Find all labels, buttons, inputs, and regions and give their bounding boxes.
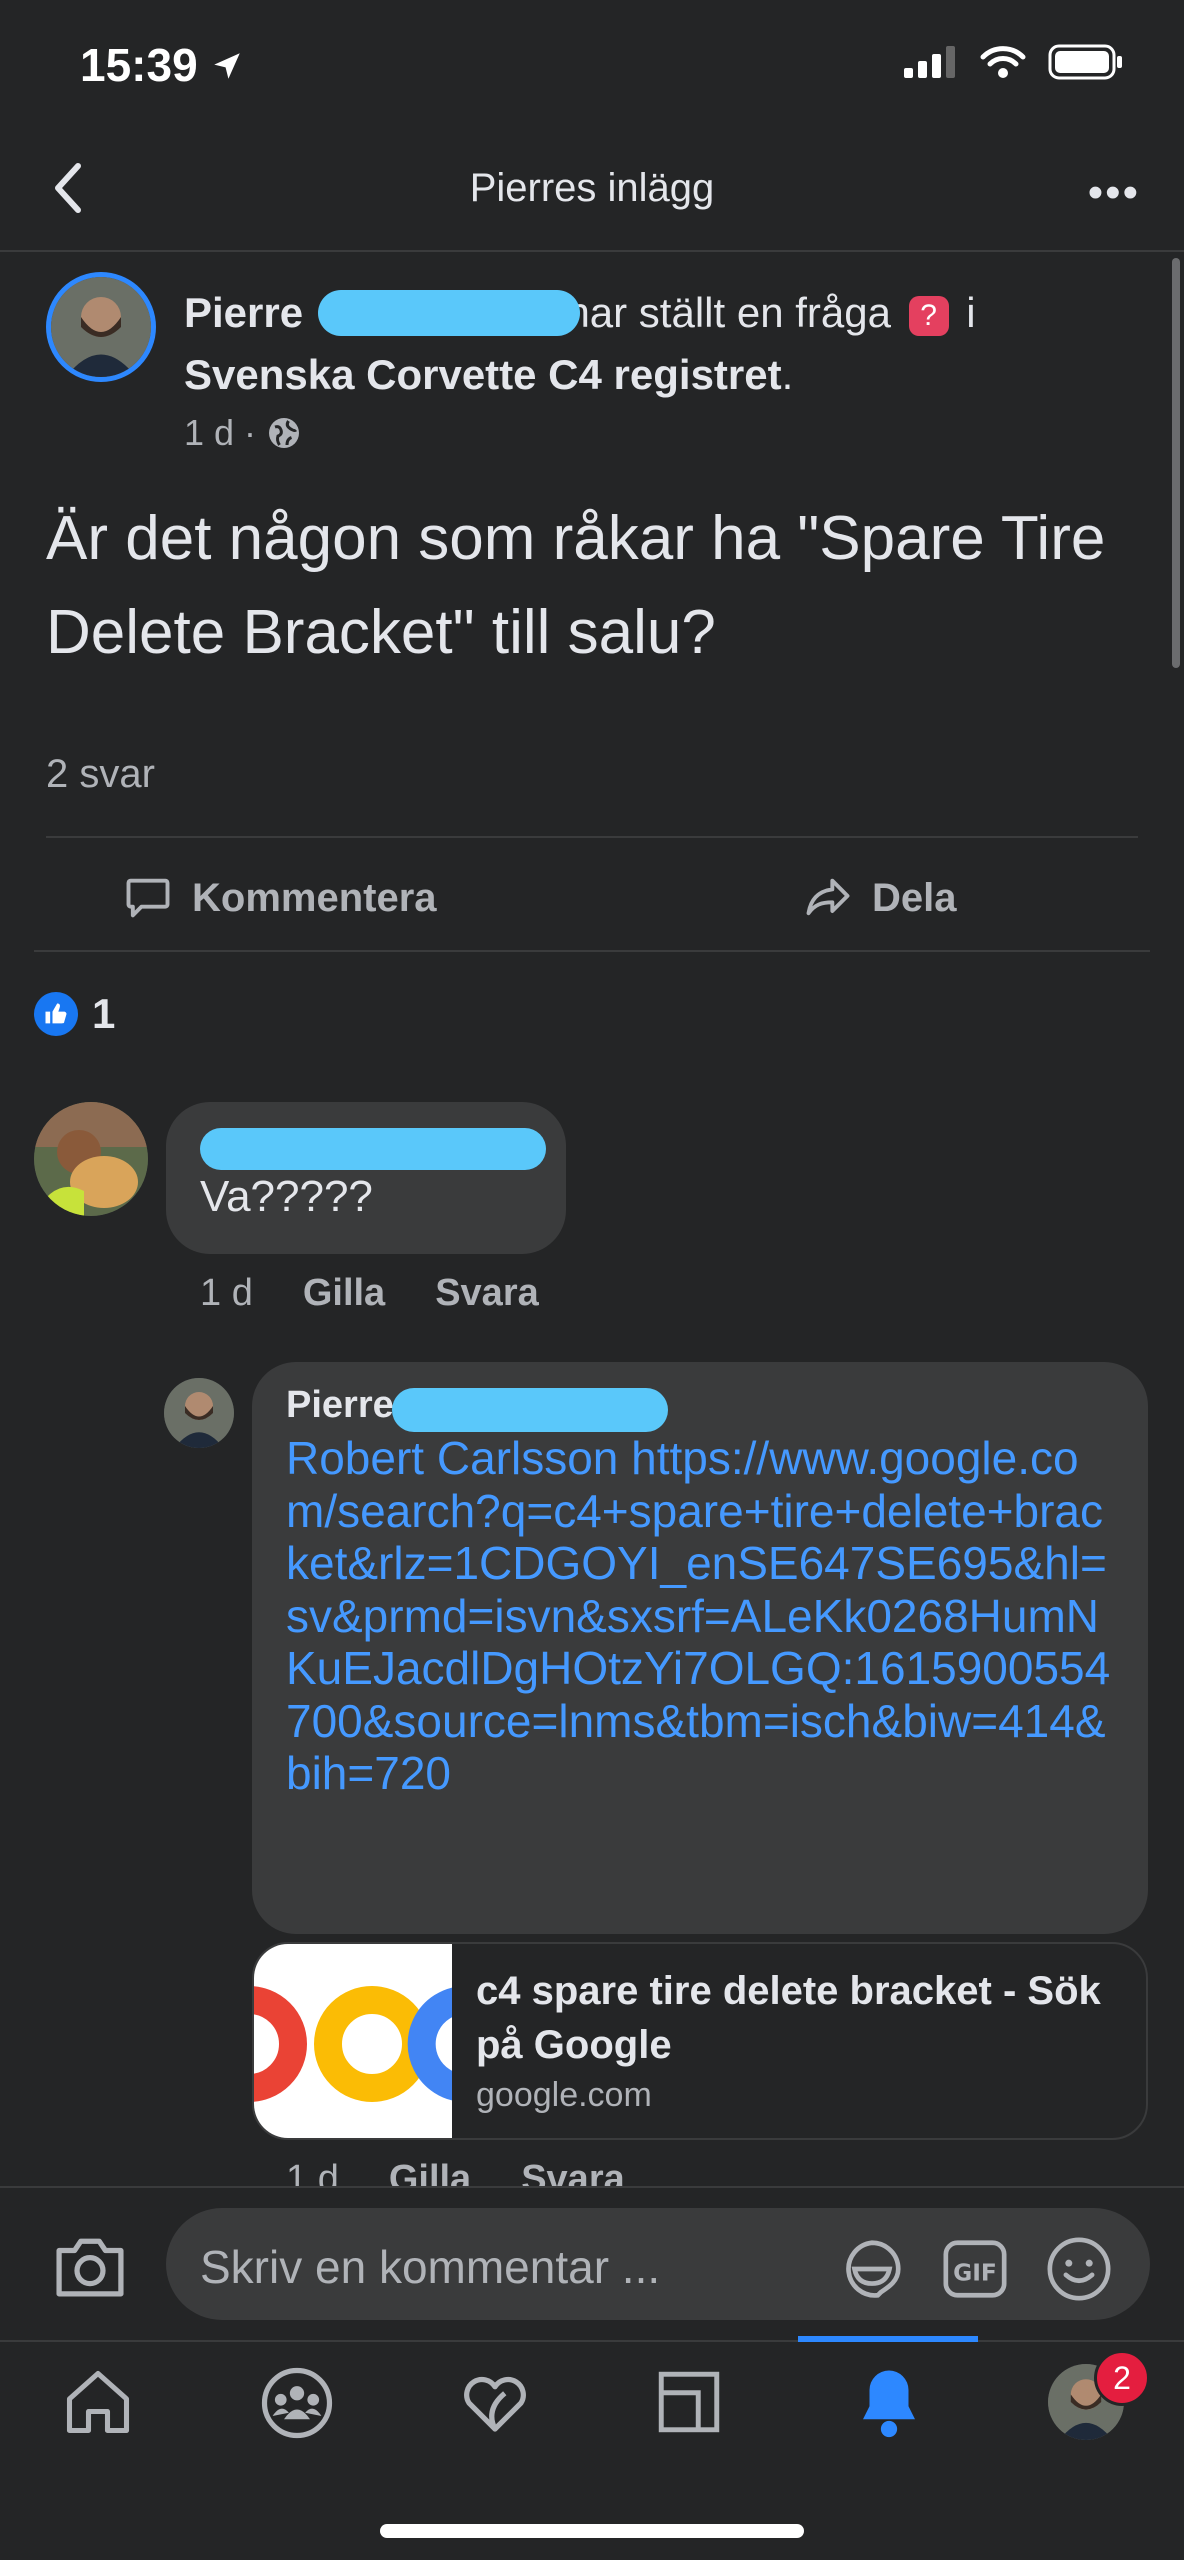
home-tab-icon[interactable] <box>60 2364 136 2440</box>
like-icon <box>34 992 78 1036</box>
group-name[interactable]: Svenska Corvette C4 registret <box>184 351 782 398</box>
question-icon: ? <box>908 295 949 336</box>
author-name[interactable]: Pierre <box>184 289 303 336</box>
post-time: 1 d <box>184 412 235 453</box>
battery-icon <box>1048 44 1122 80</box>
link-preview-title: c4 spare tire delete bracket - Sök på Go… <box>476 1969 1101 2067</box>
reply-author-name[interactable]: Pierre <box>286 1384 394 1427</box>
comment-button[interactable]: Kommentera <box>122 872 437 924</box>
globe-icon <box>269 418 300 448</box>
notification-count-badge: 2 <box>1094 2350 1150 2406</box>
person-avatar-icon <box>164 1378 234 1448</box>
emoji-icon[interactable] <box>1044 2234 1114 2304</box>
share-button[interactable]: Dela <box>802 872 957 924</box>
period: . <box>781 351 794 398</box>
wifi-icon <box>980 46 1026 78</box>
separator-dot: · <box>244 412 257 453</box>
person-avatar-icon <box>51 277 151 377</box>
divider <box>46 836 1138 838</box>
notifications-tab-icon[interactable] <box>850 2364 928 2442</box>
redaction-name-3 <box>392 1388 668 1432</box>
comment-icon <box>126 878 170 918</box>
scrollbar[interactable] <box>1172 258 1180 668</box>
reply-author-avatar[interactable] <box>164 1378 234 1448</box>
comment-label: Kommentera <box>192 875 437 920</box>
google-logo-thumbnail <box>254 1944 452 2138</box>
camera-icon[interactable] <box>52 2232 128 2300</box>
asked-text: har ställt en fråga <box>566 289 891 336</box>
comment-input-placeholder: Skriv en kommentar ... <box>200 2241 661 2293</box>
divider <box>34 950 1150 952</box>
like-count: 1 <box>92 990 116 1037</box>
dating-tab-icon[interactable] <box>456 2364 534 2442</box>
post-meta: 1 d · <box>184 412 302 454</box>
groups-tab-icon[interactable] <box>258 2364 336 2442</box>
active-tab-indicator <box>798 2336 978 2342</box>
answers-count[interactable]: 2 svar <box>46 752 155 797</box>
commenter-avatar[interactable] <box>34 1102 148 1216</box>
reply-link-text[interactable]: Robert Carlsson https://www.google.com/s… <box>286 1432 1126 1800</box>
reaction-summary[interactable]: 1 <box>34 990 115 1038</box>
gif-icon[interactable]: GIF <box>940 2234 1010 2304</box>
like-comment-button[interactable]: Gilla <box>303 1272 385 1315</box>
svg-text:GIF: GIF <box>953 2259 997 2287</box>
nav-divider <box>0 250 1184 252</box>
status-icons <box>904 44 1124 80</box>
person-avatar-icon <box>34 1102 148 1216</box>
reply-comment-button[interactable]: Svara <box>435 1272 539 1315</box>
comment-text: Va????? <box>200 1172 373 1221</box>
location-arrow-icon <box>214 53 241 79</box>
redaction-name-2 <box>200 1128 546 1170</box>
pages-tab-icon[interactable] <box>652 2364 726 2440</box>
redaction-name-1 <box>318 290 580 336</box>
tabbar-divider <box>0 2340 1184 2342</box>
share-label: Dela <box>872 875 957 920</box>
comment-meta: 1 d Gilla Svara <box>200 1272 539 1315</box>
share-icon <box>806 878 850 916</box>
page-title: Pierres inlägg <box>469 166 715 210</box>
author-avatar[interactable] <box>46 272 156 382</box>
link-preview-card[interactable]: c4 spare tire delete bracket - Sök på Go… <box>252 1942 1148 2140</box>
link-preview-domain: google.com <box>476 2076 652 2114</box>
sticker-icon[interactable] <box>836 2234 908 2304</box>
in-word: i <box>966 289 976 336</box>
post-header: Pierre har ställt en fråga ? i Svenska C… <box>184 282 1084 406</box>
more-options-icon[interactable]: ••• <box>1088 168 1140 218</box>
post-body: Är det någon som råkar ha "Spare Tire De… <box>46 504 1106 667</box>
comment-time: 1 d <box>200 1272 253 1314</box>
home-indicator[interactable] <box>380 2524 804 2538</box>
status-time: 15:39 <box>80 38 244 92</box>
signal-icon <box>904 46 955 78</box>
